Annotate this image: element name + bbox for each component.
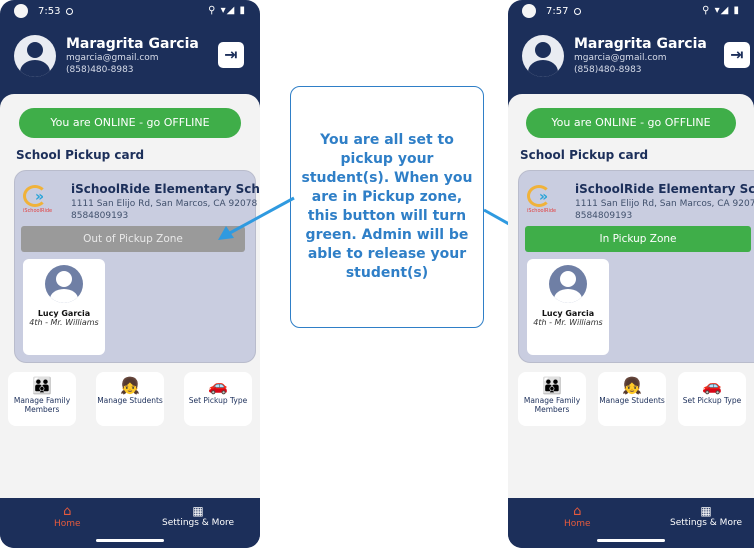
user-email: mgarcia@gmail.com — [574, 53, 667, 63]
pickup-zone-status-button[interactable]: Out of Pickup Zone — [21, 226, 245, 252]
manage-students-button[interactable]: 👧 Manage Students — [96, 372, 164, 426]
nav-settings[interactable]: ▦ Settings & More — [162, 504, 234, 528]
school-pickup-card: »iSchoolRide iSchoolRide Elementary Scho… — [518, 170, 754, 363]
student-card[interactable]: Lucy Garcia 4th - Mr. Williams — [23, 259, 105, 355]
camera-dot — [522, 4, 536, 18]
online-toggle-button[interactable]: You are ONLINE - go OFFLINE — [19, 108, 241, 138]
logout-icon[interactable]: ⇥ — [218, 42, 244, 68]
bottom-nav: ⌂ Home ▦ Settings & More — [508, 498, 754, 548]
notification-icon — [66, 7, 74, 15]
school-phone: 8584809193 — [575, 211, 633, 221]
students-icon: 👧 — [120, 376, 140, 395]
user-phone: (858)480-8983 — [66, 65, 134, 75]
user-name: Maragrita Garcia — [66, 36, 199, 52]
user-phone: (858)480-8983 — [574, 65, 642, 75]
main-content: You are ONLINE - go OFFLINE School Picku… — [0, 94, 260, 498]
students-icon: 👧 — [622, 376, 642, 395]
school-name: iSchoolRide Elementary School — [575, 182, 754, 196]
student-grade: 4th - Mr. Williams — [533, 318, 603, 327]
nav-home[interactable]: ⌂ Home — [564, 504, 591, 529]
user-name: Maragrita Garcia — [574, 36, 707, 52]
family-icon: 👪 — [542, 376, 562, 395]
phone-screen-out-of-zone: 7:53 ⚲ ▾◢ ▮ Maragrita Garcia mgarcia@gma… — [0, 0, 260, 548]
manage-students-button[interactable]: 👧 Manage Students — [598, 372, 666, 426]
student-avatar — [45, 265, 83, 303]
logout-icon[interactable]: ⇥ — [724, 42, 750, 68]
callout-text: You are all set to pickup your student(s… — [301, 132, 473, 281]
school-address: 1111 San Elijo Rd, San Marcos, CA 92078 … — [575, 198, 754, 222]
status-time: 7:57 — [546, 5, 569, 17]
school-street: 1111 San Elijo Rd, San Marcos, CA 92078 — [575, 199, 754, 209]
home-icon: ⌂ — [573, 504, 582, 519]
phone-screen-in-zone: 7:57 ⚲ ▾◢ ▮ Maragrita Garcia mgarcia@gma… — [508, 0, 754, 548]
user-avatar — [14, 35, 56, 77]
user-avatar — [522, 35, 564, 77]
profile-header: Maragrita Garcia mgarcia@gmail.com (858)… — [0, 22, 260, 90]
arrow-left — [218, 196, 295, 240]
grid-icon: ▦ — [192, 504, 204, 518]
notification-icon — [574, 7, 582, 15]
student-card[interactable]: Lucy Garcia 4th - Mr. Williams — [527, 259, 609, 355]
callout-box: You are all set to pickup your student(s… — [290, 86, 484, 328]
bottom-nav: ⌂ Home ▦ Settings & More — [0, 498, 260, 548]
user-email: mgarcia@gmail.com — [66, 53, 159, 63]
school-logo: » iSchoolRide — [23, 185, 63, 215]
camera-dot — [14, 4, 28, 18]
home-indicator — [597, 539, 665, 542]
section-title: School Pickup card — [16, 148, 145, 162]
car-icon: 🚗 — [208, 376, 228, 395]
action-row: 👪 Manage Family Members 👧 Manage Student… — [8, 372, 252, 426]
profile-header: Maragrita Garcia mgarcia@gmail.com (858)… — [508, 22, 754, 90]
nav-settings[interactable]: ▦ Settings & More — [670, 504, 742, 528]
main-content: You are ONLINE - go OFFLINE School Picku… — [508, 94, 754, 498]
student-name: Lucy Garcia — [541, 309, 595, 318]
student-name: Lucy Garcia — [37, 309, 91, 318]
set-pickup-type-button[interactable]: 🚗 Set Pickup Type — [678, 372, 746, 426]
status-time: 7:53 — [38, 5, 61, 17]
home-indicator — [96, 539, 164, 542]
pickup-zone-status-button[interactable]: In Pickup Zone — [525, 226, 751, 252]
nav-home[interactable]: ⌂ Home — [54, 504, 81, 529]
online-toggle-button[interactable]: You are ONLINE - go OFFLINE — [526, 108, 736, 138]
set-pickup-type-button[interactable]: 🚗 Set Pickup Type — [184, 372, 252, 426]
status-bar: 7:53 ⚲ ▾◢ ▮ — [0, 0, 260, 22]
action-row: 👪 Manage Family Members 👧 Manage Student… — [518, 372, 746, 426]
school-logo: » iSchoolRide — [527, 185, 567, 215]
family-icon: 👪 — [32, 376, 52, 395]
car-icon: 🚗 — [702, 376, 722, 395]
system-icons: ⚲ ▾◢ ▮ — [208, 5, 246, 16]
section-title: School Pickup card — [520, 148, 649, 162]
grid-icon: ▦ — [700, 504, 712, 518]
student-avatar — [549, 265, 587, 303]
school-name: iSchoolRide Elementary School — [71, 182, 260, 196]
status-bar: 7:57 ⚲ ▾◢ ▮ — [508, 0, 754, 22]
system-icons: ⚲ ▾◢ ▮ — [702, 5, 740, 16]
manage-family-button[interactable]: 👪 Manage Family Members — [8, 372, 76, 426]
home-icon: ⌂ — [63, 504, 72, 519]
student-grade: 4th - Mr. Williams — [29, 318, 99, 327]
manage-family-button[interactable]: 👪 Manage Family Members — [518, 372, 586, 426]
